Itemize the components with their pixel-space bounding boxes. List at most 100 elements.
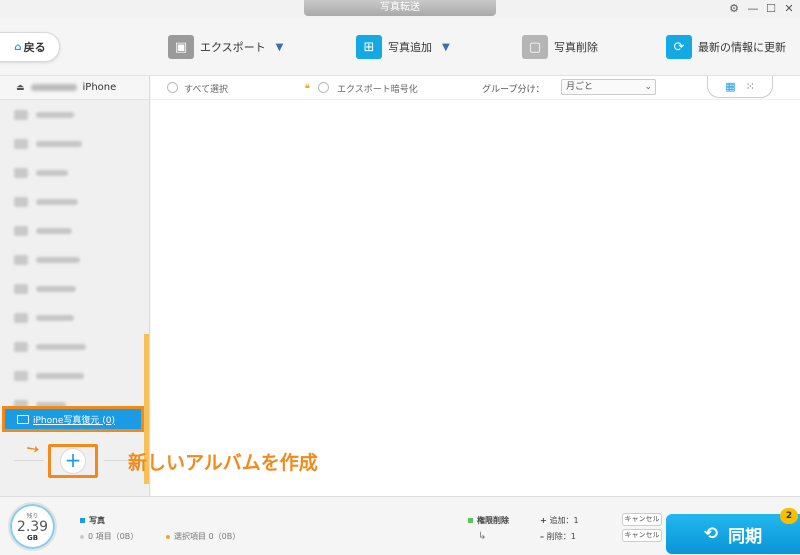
annotation-arrow-icon: ➘ <box>21 436 44 461</box>
view-toggle: ▦ ⁙ <box>707 76 773 98</box>
divider <box>14 460 44 461</box>
album-icon <box>14 109 28 120</box>
album-item[interactable] <box>0 216 149 245</box>
export-dropdown-icon[interactable]: ▼ <box>276 42 284 53</box>
add-album-button[interactable]: + <box>60 448 86 474</box>
add-photo-icon: ⊞ <box>356 35 382 59</box>
album-label-blurred <box>36 285 76 292</box>
category-color-icon <box>80 518 85 523</box>
album-icon <box>14 196 28 207</box>
sync-badge: 2 <box>780 508 798 524</box>
album-label-blurred <box>36 111 74 118</box>
eject-icon[interactable]: ⏏ <box>16 83 25 93</box>
delete-count-label: 削除：1 <box>546 532 576 541</box>
storage-indicator: 残り 2.39 GB <box>8 502 57 551</box>
select-all-label: すべて選択 <box>184 85 229 95</box>
delete-photo-icon: ▢ <box>522 35 548 59</box>
sidebar: ⏏ iPhone iPhone写真復元 (0) ➘ + <box>0 76 150 496</box>
selected-album-label: iPhone写真復元 (0) <box>33 415 115 426</box>
sync-icon: ⟲ <box>703 524 719 544</box>
title-bar: 写真転送 ⚙ — ☐ ✕ <box>0 0 800 18</box>
selected-info: 選択項目 0（0B） <box>166 531 240 542</box>
large-grid-icon[interactable]: ▦ <box>725 80 735 93</box>
sync-button[interactable]: ⟲ 同期 <box>666 514 800 554</box>
sync-label: 同期 <box>728 526 763 547</box>
album-icon <box>14 312 28 323</box>
window-title: 写真転送 <box>304 0 496 16</box>
album-icon <box>14 341 28 352</box>
album-item[interactable] <box>0 129 149 158</box>
minimize-icon[interactable]: — <box>746 2 760 15</box>
cancel-add-button[interactable]: キャンセル <box>622 513 662 526</box>
album-item[interactable] <box>0 274 149 303</box>
add-photo-dropdown-icon[interactable]: ▼ <box>442 42 450 53</box>
selected-items-label: 選択項目 0（0B） <box>174 532 241 541</box>
cancel-delete-button[interactable]: キャンセル <box>622 529 662 542</box>
album-label-blurred <box>36 227 72 234</box>
album-label-blurred <box>36 140 82 147</box>
group-by-label: グループ分け： <box>482 85 545 95</box>
export-monitor-icon: ▣ <box>168 35 194 59</box>
album-icon <box>14 225 28 236</box>
chevron-down-icon: ⌄ <box>644 82 652 92</box>
filter-bar: すべて選択 🔒︎ エクスポート暗号化 グループ分け： 月ごと ⌄ ▦ ⁙ <box>151 76 800 100</box>
back-button[interactable]: ⌂ 戻る <box>0 32 60 62</box>
device-name: iPhone <box>82 82 117 93</box>
close-icon[interactable]: ✕ <box>782 2 796 15</box>
album-label-blurred <box>36 198 78 205</box>
export-encrypt-checkbox[interactable] <box>318 82 329 93</box>
add-photo-button[interactable]: ⊞ 写真追加 ▼ <box>356 34 450 60</box>
photo-grid-area: すべて選択 🔒︎ エクスポート暗号化 グループ分け： 月ごと ⌄ ▦ ⁙ <box>151 76 800 496</box>
device-row[interactable]: ⏏ iPhone <box>0 76 149 100</box>
toolbar: ⌂ 戻る ▣ エクスポート ▼ ⊞ 写真追加 ▼ ▢ 写真削除 ⟳ 最新の情報に… <box>0 18 800 76</box>
add-album-highlight: + <box>48 444 98 478</box>
add-photo-label: 写真追加 <box>388 41 432 54</box>
album-icon <box>14 283 28 294</box>
album-item[interactable] <box>0 245 149 274</box>
selected-album-item[interactable]: iPhone写真復元 (0) <box>2 406 144 432</box>
maximize-icon[interactable]: ☐ <box>764 2 778 15</box>
delete-count-info: – 削除：1 <box>540 531 576 542</box>
album-label-blurred <box>36 343 86 350</box>
album-item[interactable] <box>0 100 149 129</box>
album-item[interactable] <box>0 303 149 332</box>
delete-photo-label: 写真削除 <box>554 41 598 54</box>
export-button[interactable]: ▣ エクスポート ▼ <box>168 34 283 60</box>
album-item[interactable] <box>0 332 149 361</box>
add-count-label: 追加：1 <box>549 516 579 525</box>
album-label-blurred <box>36 256 80 263</box>
album-label-blurred <box>36 314 74 321</box>
album-label-blurred <box>36 169 68 176</box>
settings-gear-icon[interactable]: ⚙ <box>727 2 741 15</box>
annotation-text: 新しいアルバムを作成 <box>128 452 318 474</box>
album-item[interactable] <box>0 158 149 187</box>
sync-mode-label: 権限削除 <box>477 516 509 525</box>
minus-icon: – <box>540 532 547 541</box>
refresh-button[interactable]: ⟳ 最新の情報に更新 <box>666 34 786 60</box>
select-all-checkbox[interactable] <box>167 82 178 93</box>
delete-photo-button[interactable]: ▢ 写真削除 <box>522 34 598 60</box>
back-label: 戻る <box>23 41 46 54</box>
device-owner-blurred <box>30 84 77 91</box>
group-by-select[interactable]: 月ごと ⌄ <box>561 79 656 95</box>
selected-dot-icon <box>166 534 170 539</box>
lock-icon: 🔒︎ <box>305 81 310 91</box>
sync-mode-color-icon <box>468 518 473 523</box>
category-info: 写真 <box>80 515 105 526</box>
album-icon <box>14 370 28 381</box>
refresh-icon: ⟳ <box>666 35 692 59</box>
photo-album-icon <box>17 414 29 424</box>
storage-value: 2.39 <box>16 519 49 535</box>
sync-mode-info: 権限削除 <box>468 515 509 526</box>
storage-unit: GB <box>26 534 39 542</box>
album-item[interactable] <box>0 187 149 216</box>
items-info: 0 項目（0B） <box>80 531 138 542</box>
album-item[interactable] <box>0 361 149 390</box>
small-grid-icon[interactable]: ⁙ <box>746 80 755 93</box>
group-by-value: 月ごと <box>566 82 594 92</box>
album-icon <box>14 254 28 265</box>
category-label: 写真 <box>89 516 105 525</box>
bottom-bar: 残り 2.39 GB 写真 0 項目（0B） 選択項目 0（0B） 権限削除 ↳… <box>0 496 800 555</box>
album-label-blurred <box>36 372 84 379</box>
items-label: 0 項目（0B） <box>88 532 139 541</box>
